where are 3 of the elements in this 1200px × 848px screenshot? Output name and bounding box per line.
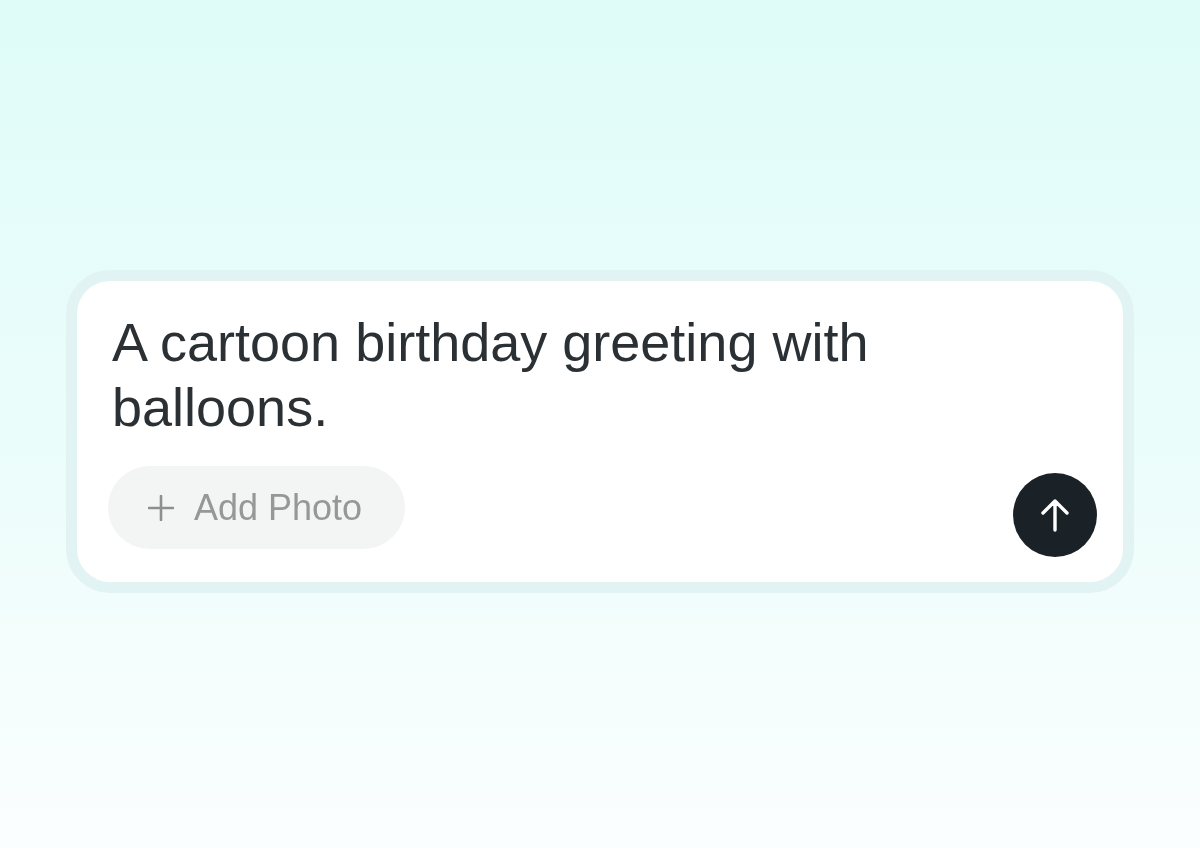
prompt-field[interactable]: A cartoon birthday greeting with balloons. — [108, 310, 932, 440]
arrow-up-icon — [1040, 498, 1070, 532]
plus-icon — [148, 494, 174, 521]
